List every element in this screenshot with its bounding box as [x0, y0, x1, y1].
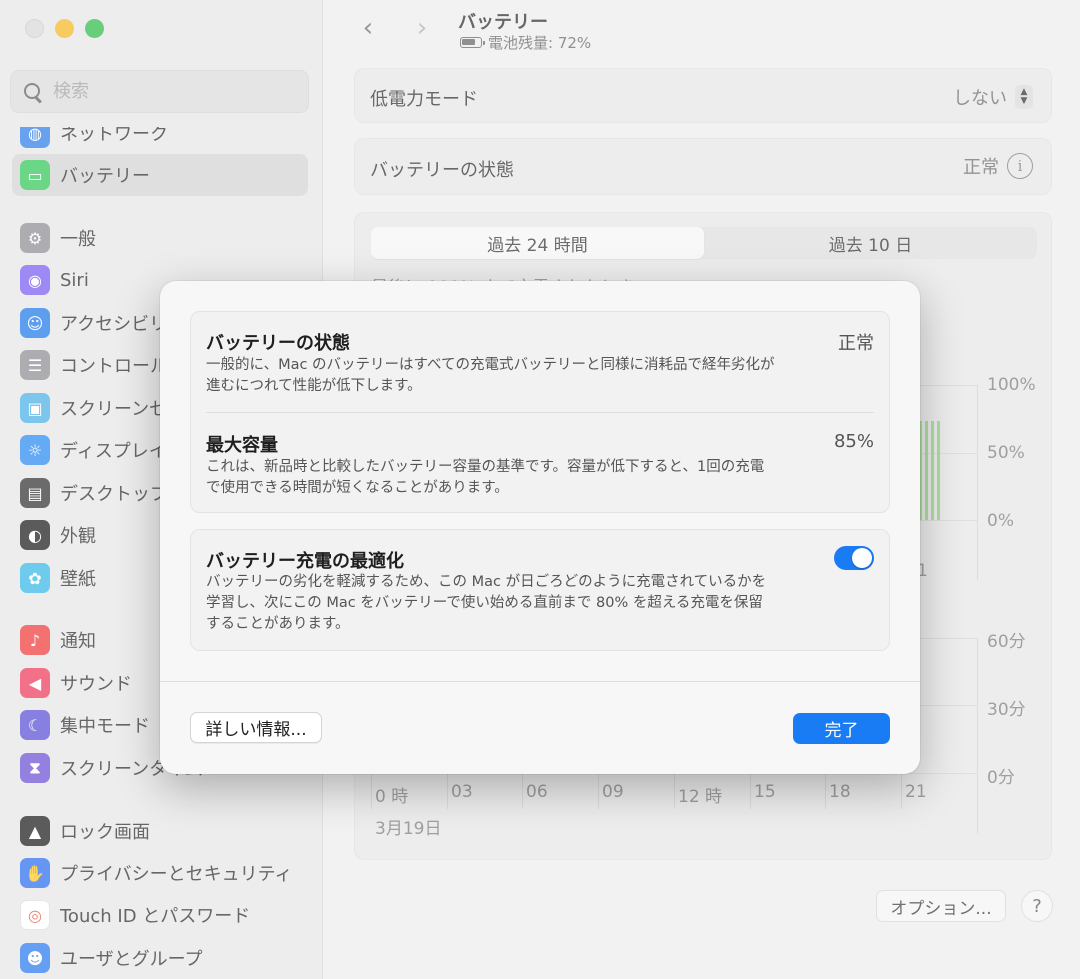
description-line: バッテリーの劣化を軽減するため、この Mac が日ごろどのように充電されているか…: [206, 574, 767, 590]
maximum-capacity-value: 85%: [833, 431, 874, 452]
description-line: 一般的に、Mac のバッテリーはすべての充電式バッテリーと同様に消耗品で経年劣化…: [206, 357, 775, 373]
footer-separator: [160, 681, 920, 682]
description-line: 進むにつれて性能が低下します。: [206, 378, 422, 394]
maximum-capacity-description: これは、新品時と比較したバッテリー容量の基準です。容量が低下すると、1回の充電 …: [206, 457, 816, 499]
battery-health-title: バッテリーの状態: [206, 333, 350, 354]
battery-health-details-card: バッテリーの状態 正常 一般的に、Mac のバッテリーはすべての充電式バッテリー…: [190, 311, 890, 513]
more-info-button[interactable]: 詳しい情報...: [190, 712, 322, 743]
battery-health-description: 一般的に、Mac のバッテリーはすべての充電式バッテリーと同様に消耗品で経年劣化…: [206, 355, 816, 397]
description-line: 学習し、次にこの Mac をバッテリーで使い始める直前まで 80% を超える充電…: [206, 595, 763, 611]
maximum-capacity-title: 最大容量: [206, 435, 278, 456]
done-button[interactable]: 完了: [793, 713, 890, 744]
row-separator: [206, 412, 874, 413]
optimized-charging-title: バッテリー充電の最適化: [206, 551, 404, 572]
optimized-charging-description: バッテリーの劣化を軽減するため、この Mac が日ごろどのように充電されているか…: [206, 572, 816, 635]
battery-health-value: 正常: [838, 333, 874, 354]
description-line: これは、新品時と比較したバッテリー容量の基準です。容量が低下すると、1回の充電: [206, 459, 765, 475]
optimized-charging-toggle[interactable]: [834, 546, 874, 570]
battery-health-sheet: バッテリーの状態 正常 一般的に、Mac のバッテリーはすべての充電式バッテリー…: [160, 281, 920, 774]
description-line: することがあります。: [206, 616, 350, 632]
description-line: で使用できる時間が短くなることがあります。: [206, 480, 509, 496]
optimized-charging-card: バッテリー充電の最適化 バッテリーの劣化を軽減するため、この Mac が日ごろど…: [190, 529, 890, 651]
